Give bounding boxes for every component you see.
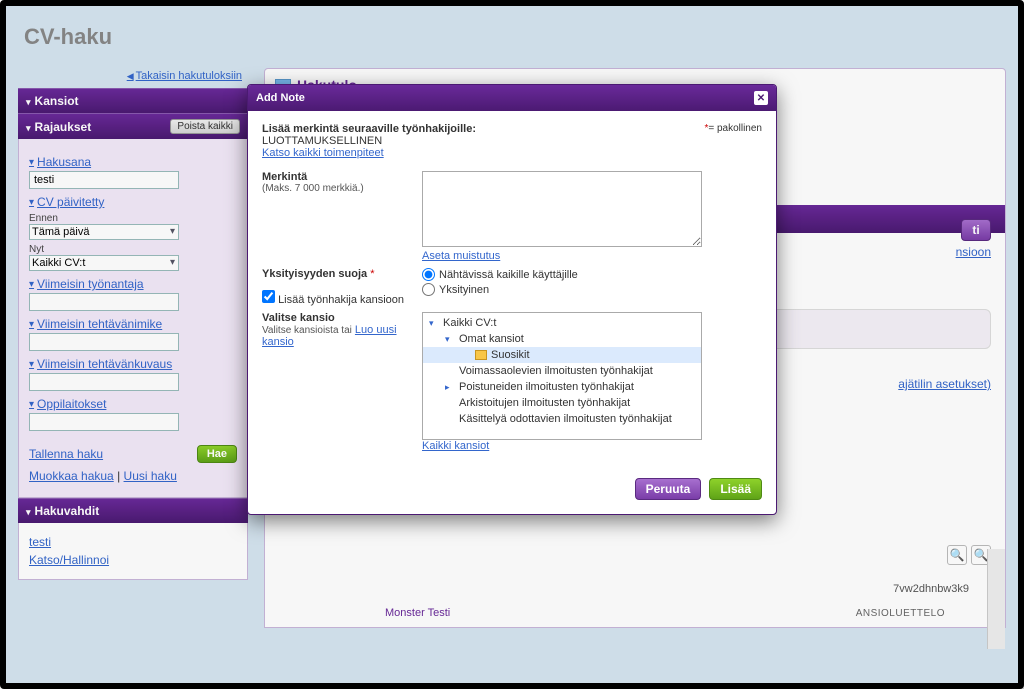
kaikki-kansiot-link[interactable]: Kaikki kansiot — [422, 440, 489, 452]
add-to-folder-checkbox[interactable] — [262, 290, 275, 303]
privacy-private-label: Yksityinen — [439, 284, 489, 296]
privacy-all-radio[interactable] — [422, 268, 435, 281]
tree-omat-kansiot[interactable]: ▾Omat kansiot — [423, 331, 701, 347]
lisaa-button[interactable]: Lisää — [709, 478, 762, 500]
luott-text: LUOTTAMUKSELLINEN — [262, 135, 762, 147]
tree-root[interactable]: ▾Kaikki CV:t — [423, 315, 701, 331]
modal-close-button[interactable]: ✕ — [754, 91, 768, 105]
note-textarea[interactable] — [422, 171, 702, 247]
tree-poistuneiden[interactable]: ▸Poistuneiden ilmoitusten työnhakijat — [423, 379, 701, 395]
valitse-sub-text: Valitse kansioista tai — [262, 325, 352, 336]
katso-toimenpiteet-link[interactable]: Katso kaikki toimenpiteet — [262, 147, 384, 159]
aseta-muistutus-link[interactable]: Aseta muistutus — [422, 250, 500, 262]
tree-voimassa[interactable]: Voimassaolevien ilmoitusten työnhakijat — [423, 363, 701, 379]
folder-tree[interactable]: ▾Kaikki CV:t ▾Omat kansiot Suosikit Voim… — [422, 312, 702, 440]
max-chars: (Maks. 7 000 merkkiä.) — [262, 183, 412, 194]
tree-suosikit[interactable]: Suosikit — [423, 347, 701, 363]
add-for-label: Lisää merkintä seuraaville työnhakijoill… — [262, 123, 762, 135]
modal-mask: Add Note ✕ *= pakollinen Lisää merkintä … — [6, 6, 1018, 683]
required-note: *= pakollinen — [704, 123, 762, 134]
tree-kasittelya[interactable]: Käsittelyä odottavien ilmoitusten työnha… — [423, 411, 701, 427]
yksityisyys-label: Yksityisyyden suoja — [262, 268, 367, 280]
peruuta-button[interactable]: Peruuta — [635, 478, 702, 500]
add-to-folder-label: Lisää työnhakija kansioon — [278, 294, 404, 306]
folder-icon — [475, 350, 487, 360]
merkinta-label: Merkintä — [262, 171, 412, 183]
add-note-modal: Add Note ✕ *= pakollinen Lisää merkintä … — [247, 84, 777, 515]
valitse-kansio-label: Valitse kansio — [262, 312, 412, 324]
privacy-private-radio[interactable] — [422, 283, 435, 296]
privacy-all-label: Nähtävissä kaikille käyttäjille — [439, 269, 578, 281]
tree-arkistoitujen[interactable]: Arkistoitujen ilmoitusten työnhakijat — [423, 395, 701, 411]
modal-title: Add Note — [256, 92, 305, 104]
